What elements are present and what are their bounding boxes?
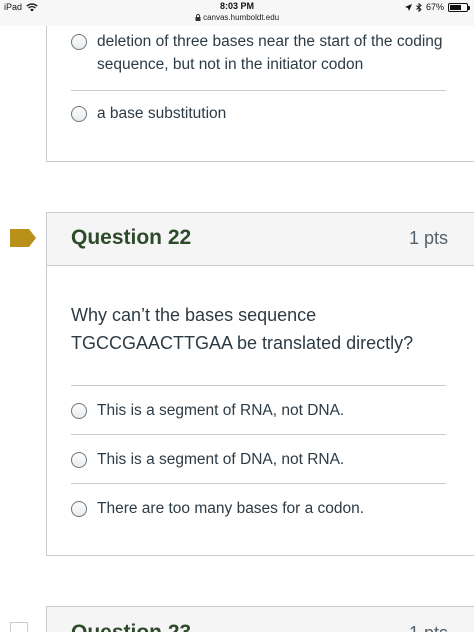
lock-icon [195, 14, 201, 21]
status-right: 67% [404, 2, 470, 12]
answer-text: This is a segment of RNA, not DNA. [97, 402, 345, 419]
answer-divider [71, 483, 446, 484]
answer-option[interactable]: a base substitution [71, 102, 446, 125]
answer-option[interactable]: This is a segment of DNA, not RNA. [71, 448, 446, 471]
battery-icon [448, 2, 470, 12]
battery-percent: 67% [425, 2, 444, 12]
radio-button[interactable] [71, 34, 87, 50]
question-title: Question 23 [71, 621, 191, 632]
question-title: Question 22 [71, 226, 192, 249]
question-text: Why can’t the bases sequence TGCCGAACTTG… [71, 305, 414, 353]
url-text: canvas.humboldt.edu [203, 13, 280, 22]
status-bar: iPad 8:03 PM canvas.humboldt.edu 67% [0, 0, 474, 26]
answer-option[interactable]: There are too many bases for a codon. [71, 497, 446, 520]
answer-divider [71, 90, 446, 91]
question-card-previous: deletion of three bases near the start o… [46, 26, 474, 162]
radio-button[interactable] [71, 403, 87, 419]
question-header: Question 22 1 pts [47, 213, 474, 266]
radio-button[interactable] [71, 452, 87, 468]
answer-option[interactable]: This is a segment of RNA, not DNA. [71, 399, 446, 422]
location-arrow-icon [404, 3, 412, 11]
answer-text: There are too many bases for a codon. [97, 500, 365, 517]
answer-divider [71, 385, 446, 386]
question-flag-icon[interactable] [10, 229, 36, 247]
radio-button[interactable] [71, 501, 87, 517]
answer-option[interactable]: deletion of three bases near the start o… [71, 30, 446, 76]
radio-button[interactable] [71, 106, 87, 122]
answer-text: a base substitution [97, 105, 227, 122]
address-bar[interactable]: canvas.humboldt.edu [0, 13, 474, 22]
status-time: 8:03 PM [219, 1, 254, 11]
question-points: 1 pts [408, 228, 448, 248]
question-points: 1 pts [409, 623, 448, 632]
question-card-23: Question 23 1 pts [46, 606, 474, 632]
question-card-22: Question 22 1 pts Why can’t the bases se… [46, 212, 474, 556]
bluetooth-icon [416, 2, 422, 12]
question-flag-icon[interactable] [10, 622, 28, 632]
answer-text: This is a segment of DNA, not RNA. [97, 451, 345, 468]
battery-level [450, 4, 461, 10]
question-header: Question 23 1 pts [47, 607, 474, 632]
answer-divider [71, 434, 446, 435]
answer-text: deletion of three bases near the start o… [97, 33, 443, 73]
